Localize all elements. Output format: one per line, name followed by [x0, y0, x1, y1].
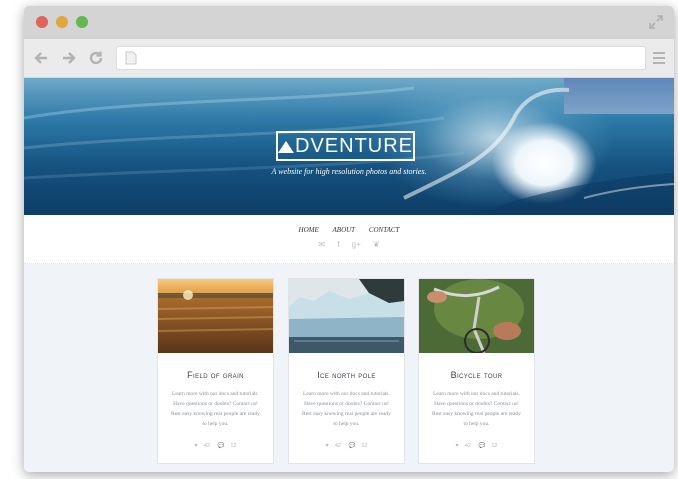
card-bicycle-tour[interactable]: Bicycle tour Learn more with our docs an… — [418, 278, 535, 464]
comments-count: 12 — [361, 443, 368, 449]
hero-banner: DVENTURE A website for high resolution p… — [24, 78, 674, 215]
site-navigation: HOME ABOUT CONTACT ✉ f g+ ❦ — [24, 215, 674, 264]
heart-icon[interactable]: ♥ — [456, 443, 459, 449]
forward-arrow-icon[interactable] — [60, 49, 78, 67]
nav-links: HOME ABOUT CONTACT — [24, 226, 674, 234]
likes-count: 42 — [334, 443, 341, 449]
hamburger-menu-icon[interactable] — [652, 51, 666, 65]
nav-home-link[interactable]: HOME — [299, 226, 319, 234]
comments-count: 12 — [230, 443, 237, 449]
nav-about-link[interactable]: ABOUT — [333, 226, 356, 234]
google-plus-icon[interactable]: g+ — [352, 240, 361, 249]
heart-icon[interactable]: ♥ — [326, 443, 329, 449]
comments-count: 12 — [491, 443, 498, 449]
likes-count: 42 — [203, 443, 210, 449]
reload-icon[interactable] — [87, 49, 105, 67]
mountain-icon — [278, 141, 294, 153]
site-logo[interactable]: DVENTURE — [276, 131, 415, 161]
comment-icon[interactable]: 💬 — [348, 443, 355, 449]
mail-icon[interactable]: ✉ — [318, 240, 325, 249]
card-description: Learn more with our docs and tutorials. … — [171, 391, 260, 427]
close-window-button[interactable] — [36, 16, 48, 28]
url-bar[interactable] — [116, 46, 646, 70]
card-field-of-grain[interactable]: Field of grain Learn more with our docs … — [157, 278, 274, 464]
browser-window: DVENTURE A website for high resolution p… — [24, 6, 674, 472]
likes-count: 42 — [464, 443, 471, 449]
browser-toolbar — [24, 39, 674, 78]
iceberg-image — [289, 279, 404, 353]
heart-icon[interactable]: ♥ — [195, 443, 198, 449]
grain-field-image — [158, 279, 273, 353]
comment-icon[interactable]: 💬 — [478, 443, 485, 449]
card-meta: ♥ 42 💬 12 — [289, 443, 404, 449]
comment-icon[interactable]: 💬 — [217, 443, 224, 449]
card-title[interactable]: Bicycle tour — [419, 370, 534, 380]
maximize-window-button[interactable] — [76, 16, 88, 28]
back-arrow-icon[interactable] — [32, 49, 50, 67]
social-links: ✉ f g+ ❦ — [24, 240, 674, 249]
card-meta: ♥ 42 💬 12 — [158, 443, 273, 449]
minimize-window-button[interactable] — [56, 16, 68, 28]
card-description: Learn more with our docs and tutorials. … — [432, 391, 521, 427]
card-title[interactable]: Field of grain — [158, 370, 273, 380]
page-icon — [125, 51, 137, 65]
logo-text: DVENTURE — [295, 135, 414, 157]
bicycle-image — [419, 279, 534, 353]
browser-titlebar — [24, 6, 674, 39]
hero-tagline: A website for high resolution photos and… — [271, 167, 427, 176]
card-ice-north-pole[interactable]: Ice north pole Learn more with our docs … — [288, 278, 405, 464]
twitter-icon[interactable]: ❦ — [373, 240, 380, 249]
facebook-icon[interactable]: f — [337, 240, 339, 249]
card-description: Learn more with our docs and tutorials. … — [302, 391, 391, 427]
nav-contact-link[interactable]: CONTACT — [369, 226, 400, 234]
card-title[interactable]: Ice north pole — [289, 370, 404, 380]
fullscreen-icon[interactable] — [648, 14, 664, 30]
card-meta: ♥ 42 💬 12 — [419, 443, 534, 449]
